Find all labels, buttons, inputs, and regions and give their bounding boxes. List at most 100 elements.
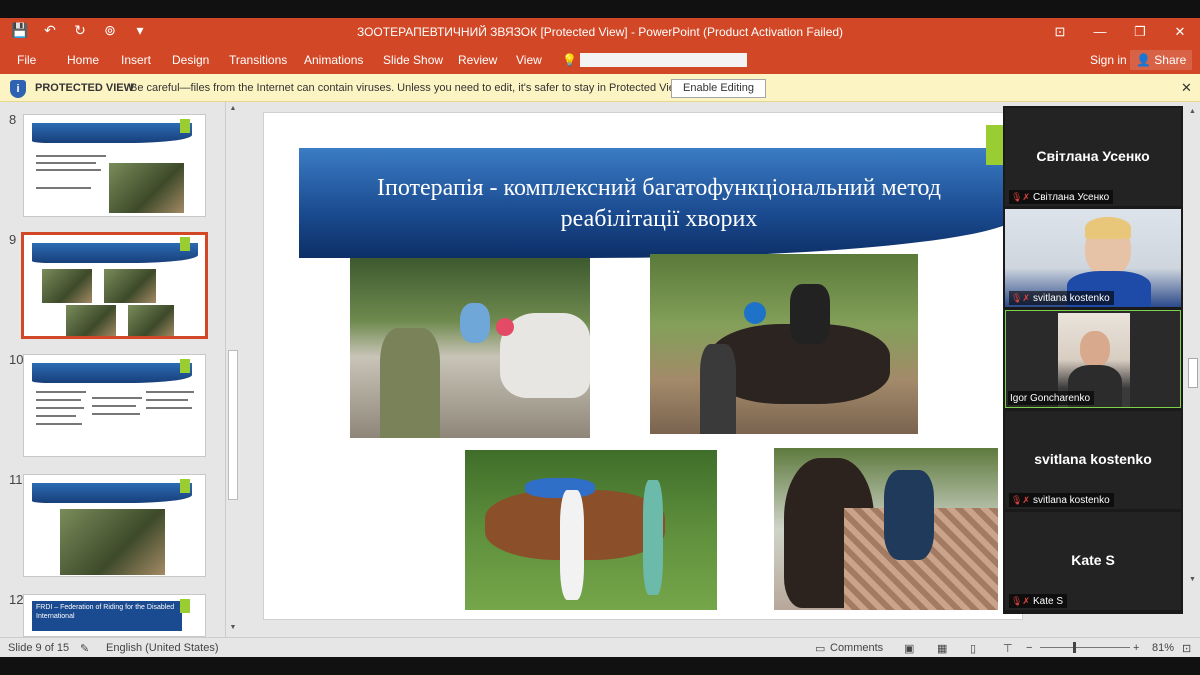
participant-label-text: svitlana kostenko — [1032, 495, 1110, 506]
thumb-photo — [42, 269, 92, 303]
tab-design[interactable]: Design — [172, 53, 209, 67]
participant-label: 🎙✗ svitlana kostenko — [1009, 493, 1114, 507]
tab-slide-show[interactable]: Slide Show — [383, 53, 443, 67]
thumb-accent — [180, 237, 190, 251]
protected-view-bar: i PROTECTED VIEW Be careful—files from t… — [0, 74, 1200, 102]
scroll-down-icon[interactable]: ▼ — [1189, 576, 1196, 583]
slide-thumbnail-9[interactable] — [21, 232, 208, 339]
thumb-number: 8 — [9, 112, 17, 127]
photo-children-with-brown-horse — [465, 450, 717, 610]
tell-me-search[interactable]: 💡 — [562, 51, 747, 68]
therapist-figure — [700, 344, 736, 434]
thumb-text-line — [92, 397, 142, 399]
thumb-text-line — [36, 162, 96, 164]
language-indicator[interactable]: English (United States) — [106, 642, 219, 654]
participant-name: Kate S — [1071, 552, 1115, 568]
window-title: ЗООТЕРАПЕВТИЧНИЙ ЗВЯЗОК [Protected View]… — [356, 25, 844, 39]
thumb-text-line — [36, 155, 106, 157]
tab-view[interactable]: View — [516, 53, 542, 67]
restore-icon[interactable]: ❐ — [1120, 18, 1160, 46]
thumb-text-line — [146, 407, 192, 409]
participant-label-text: Світлана Усенко — [1032, 192, 1110, 203]
tell-me-input[interactable] — [580, 52, 747, 67]
shield-icon: i — [10, 80, 26, 98]
title-bar: 💾 ↶ ↻ ⊚ ▾ ЗООТЕРАПЕВТИЧНИЙ ЗВЯЗОК [Prote… — [0, 18, 1200, 46]
slide-thumbnail-8[interactable] — [23, 114, 206, 217]
thumbnail-scrollbar[interactable]: ▲ ▼ — [225, 102, 239, 637]
thumb-text-line — [36, 169, 101, 171]
photo-rider-with-ball — [650, 254, 918, 434]
enable-editing-button[interactable]: Enable Editing — [671, 79, 766, 98]
slide-show-icon[interactable]: ⊤ — [1003, 642, 1013, 655]
close-icon[interactable]: ✕ — [1160, 18, 1200, 46]
participant-tile[interactable]: 🎙✗ svitlana kostenko — [1005, 209, 1181, 307]
thumb-text-line — [36, 407, 84, 409]
participant-tile[interactable]: Kate S 🎙✗ Kate S — [1005, 512, 1181, 610]
sign-in-link[interactable]: Sign in — [1090, 53, 1127, 67]
girl-figure — [643, 480, 663, 595]
thumb-text-line — [36, 423, 82, 425]
slide-thumbnail-12[interactable]: FRDI – Federation of Riding for the Disa… — [23, 594, 206, 637]
fit-slide-icon[interactable]: ⊡ — [1182, 642, 1191, 655]
tab-insert[interactable]: Insert — [121, 53, 151, 67]
mic-muted-icon: 🎙✗ — [1011, 596, 1030, 606]
thumb-number: 10 — [9, 352, 24, 367]
participant-label-text: svitlana kostenko — [1032, 293, 1110, 304]
scroll-thumb[interactable] — [1188, 358, 1198, 388]
scroll-up-icon[interactable]: ▲ — [228, 105, 238, 115]
tab-review[interactable]: Review — [458, 53, 497, 67]
thumb-title-band — [32, 363, 192, 383]
participant-name: Світлана Усенко — [1036, 148, 1150, 164]
photo-boy-hugging-horse — [774, 448, 998, 610]
participant-tile[interactable]: svitlana kostenko 🎙✗ svitlana kostenko — [1005, 411, 1181, 509]
zoom-out-button[interactable]: − — [1026, 642, 1032, 654]
current-slide[interactable]: Іпотерапія - комплексний багатофункціона… — [263, 112, 1023, 620]
share-label: Share — [1154, 53, 1187, 67]
scroll-thumb[interactable] — [228, 350, 238, 500]
minimize-icon[interactable]: — — [1080, 18, 1120, 46]
tab-home[interactable]: Home — [67, 53, 99, 67]
thumb-number: 12 — [9, 592, 24, 607]
notes-check-icon[interactable]: ✎ — [80, 642, 89, 655]
scroll-down-icon[interactable]: ▼ — [228, 624, 238, 634]
participant-tile[interactable]: Світлана Усенко 🎙✗ Світлана Усенко — [1005, 108, 1181, 206]
scroll-up-icon[interactable]: ▲ — [1189, 108, 1196, 115]
editor-scrollbar[interactable]: ▲ ▼ — [1186, 106, 1200, 614]
reading-view-icon[interactable]: ▯ — [970, 642, 976, 655]
close-bar-icon[interactable]: ✕ — [1181, 80, 1192, 96]
slide-thumbnails-pane: 8 9 10 11 12 FRDI – Federation of Riding… — [0, 102, 225, 637]
participant-tile-active[interactable]: Igor Goncharenko — [1005, 310, 1181, 408]
zoom-level[interactable]: 81% — [1152, 642, 1174, 654]
tab-transitions[interactable]: Transitions — [229, 53, 287, 67]
zoom-slider-thumb[interactable] — [1073, 642, 1076, 653]
share-button[interactable]: 👤 Share — [1130, 50, 1193, 70]
window-controls: ⊡ — ❐ ✕ — [1040, 18, 1200, 46]
thumb-photo — [60, 509, 165, 575]
tab-file[interactable]: File — [17, 53, 36, 67]
participant-label: Igor Goncharenko — [1008, 391, 1095, 405]
slide-sorter-icon[interactable]: ▦ — [937, 642, 947, 655]
thumb-photo — [66, 305, 116, 336]
tab-animations[interactable]: Animations — [304, 53, 363, 67]
slide-counter: Slide 9 of 15 — [8, 642, 70, 654]
normal-view-icon[interactable]: ▣ — [904, 642, 914, 655]
thumb-accent — [180, 359, 190, 373]
zoom-slider[interactable] — [1040, 647, 1130, 648]
protected-view-label: PROTECTED VIEW — [35, 82, 135, 94]
thumb-accent — [180, 479, 190, 493]
thumb-text-line — [36, 187, 91, 189]
comments-button[interactable]: Comments — [830, 642, 883, 654]
thumb-photo — [109, 163, 184, 213]
slide-thumbnail-11[interactable] — [23, 474, 206, 577]
zoom-in-button[interactable]: + — [1133, 642, 1139, 654]
ribbon-display-icon[interactable]: ⊡ — [1040, 18, 1080, 46]
participant-label: 🎙✗ svitlana kostenko — [1009, 291, 1114, 305]
child-figure — [525, 478, 595, 498]
thumb-text-line — [146, 391, 194, 393]
thumb-accent — [180, 119, 190, 133]
comments-icon[interactable]: ▭ — [815, 642, 825, 655]
slide-thumbnail-10[interactable] — [23, 354, 206, 457]
top-black-bar — [0, 0, 1200, 18]
thumb-number: 11 — [9, 472, 23, 487]
mic-muted-icon: 🎙✗ — [1011, 293, 1030, 303]
